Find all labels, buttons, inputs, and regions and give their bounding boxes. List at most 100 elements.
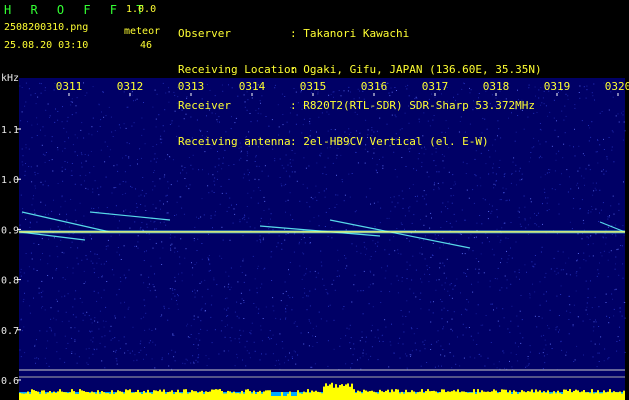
noise-speck (518, 269, 520, 271)
noise-speck (263, 196, 265, 198)
noise-speck (510, 320, 512, 322)
noise-speck (574, 107, 576, 109)
noise-speck (168, 187, 169, 189)
noise-speck (98, 104, 100, 106)
noise-speck (472, 250, 474, 252)
noise-speck (363, 241, 365, 243)
noise-speck (420, 365, 422, 367)
noise-speck (44, 135, 46, 137)
noise-speck (208, 270, 210, 272)
noise-speck (594, 99, 595, 101)
noise-speck (285, 317, 287, 319)
noise-speck (397, 292, 399, 294)
noise-speck (74, 327, 76, 329)
noise-speck (128, 157, 130, 159)
level-bar (169, 391, 171, 400)
noise-speck (475, 313, 477, 315)
noise-speck (388, 253, 390, 255)
level-bar (97, 390, 99, 400)
noise-speck (49, 115, 51, 117)
level-bar (553, 391, 555, 400)
noise-speck (36, 165, 38, 167)
noise-speck (377, 337, 379, 339)
noise-speck (588, 210, 589, 212)
noise-speck (470, 335, 472, 337)
level-bar (359, 391, 361, 400)
noise-speck (453, 355, 455, 357)
level-bar (439, 392, 441, 400)
noise-speck (274, 160, 276, 162)
noise-speck (408, 240, 410, 242)
noise-speck (172, 334, 174, 336)
noise-speck (466, 189, 468, 191)
noise-speck (525, 227, 527, 229)
noise-speck (424, 339, 426, 341)
noise-speck (231, 204, 232, 206)
noise-speck (468, 327, 470, 328)
level-bar (287, 393, 289, 400)
noise-speck (183, 213, 185, 215)
noise-speck (28, 266, 30, 268)
noise-speck (556, 120, 557, 122)
noise-speck (37, 173, 39, 174)
noise-speck (499, 159, 501, 161)
noise-speck (415, 269, 417, 271)
noise-speck (147, 287, 149, 288)
level-bar (353, 389, 355, 400)
noise-speck (562, 157, 564, 159)
level-bar (281, 392, 283, 400)
noise-speck (449, 294, 451, 296)
noise-speck (428, 176, 430, 178)
noise-speck (53, 317, 55, 319)
noise-speck (142, 229, 143, 231)
noise-speck (399, 337, 401, 339)
noise-speck (257, 268, 259, 270)
noise-speck (185, 358, 187, 360)
noise-speck (219, 255, 221, 257)
noise-speck (116, 294, 118, 296)
noise-speck (113, 165, 115, 167)
noise-speck (359, 340, 361, 342)
noise-speck (171, 298, 173, 300)
noise-speck (90, 251, 92, 253)
noise-speck (71, 98, 73, 100)
noise-speck (242, 260, 244, 262)
noise-speck (140, 194, 142, 196)
info-values: : Takanori Kawachi : Ogaki, Gifu, JAPAN … (290, 4, 542, 160)
noise-speck (528, 364, 530, 366)
noise-speck (202, 169, 203, 171)
noise-speck (287, 295, 289, 297)
noise-speck (605, 229, 607, 231)
noise-speck (284, 239, 286, 241)
noise-speck (152, 189, 154, 191)
noise-speck (246, 221, 248, 223)
frequency-tick-label: 0.7 (1, 326, 19, 337)
noise-speck (515, 354, 517, 355)
noise-speck (466, 299, 468, 300)
noise-speck (227, 324, 228, 326)
noise-speck (254, 350, 256, 352)
noise-speck (410, 354, 412, 356)
noise-speck (554, 129, 556, 131)
noise-speck (272, 353, 274, 355)
noise-speck (522, 337, 524, 339)
noise-speck (594, 343, 596, 345)
noise-speck (44, 87, 46, 89)
noise-speck (606, 156, 608, 158)
noise-speck (81, 162, 82, 164)
noise-speck (439, 267, 441, 269)
noise-speck (123, 210, 125, 212)
noise-speck (71, 175, 73, 176)
noise-speck (306, 309, 308, 311)
noise-speck (116, 360, 118, 362)
level-bar (593, 393, 595, 400)
noise-speck (289, 262, 291, 263)
noise-speck (98, 258, 100, 259)
noise-speck (507, 328, 509, 330)
level-bar (585, 392, 587, 400)
noise-speck (168, 307, 170, 309)
level-bar (155, 390, 157, 400)
noise-speck (558, 331, 559, 333)
noise-speck (370, 355, 372, 357)
noise-speck (136, 206, 138, 208)
